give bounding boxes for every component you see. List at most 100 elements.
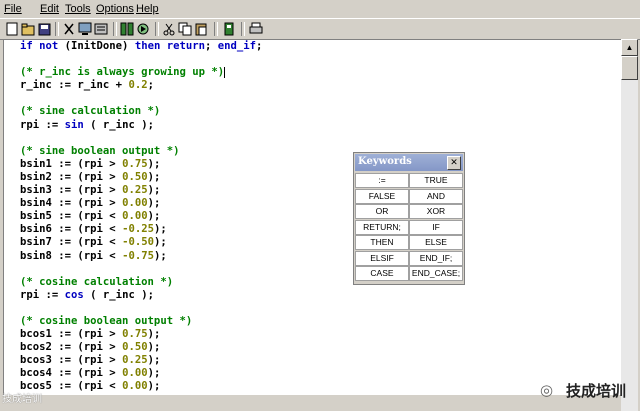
code-line[interactable]: rpi := sin ( r_inc ); <box>20 119 262 132</box>
code-token: r_inc := r_inc + <box>20 79 129 92</box>
code-token: bcos4 := (rpi > <box>20 367 123 380</box>
horizontal-scrollbar[interactable] <box>0 395 621 411</box>
code-token: 0.2 <box>128 79 148 92</box>
code-token: (InitDone) <box>64 40 135 52</box>
compile-icon[interactable] <box>119 21 135 37</box>
code-line[interactable]: r_inc := r_inc + 0.2; <box>20 79 262 92</box>
code-line[interactable]: if not (InitDone) then return; end_if; <box>20 40 262 53</box>
code-token: (* r_inc is always growing up *) <box>20 66 225 79</box>
scroll-up-icon[interactable]: ▲ <box>621 39 638 56</box>
code-line[interactable]: bsin7 := (rpi < -0.50); <box>20 236 262 249</box>
code-token: ( r_inc ); <box>83 288 154 301</box>
code-token: ); <box>147 197 161 210</box>
code-line[interactable]: (* cosine boolean output *) <box>20 315 262 328</box>
code-token: (* cosine calculation *) <box>20 275 174 288</box>
code-line[interactable] <box>20 53 262 66</box>
code-line[interactable] <box>20 302 262 315</box>
keyword-button[interactable]: := <box>355 173 409 188</box>
code-token: bsin4 := (rpi > <box>20 197 123 210</box>
code-line[interactable]: rpi := cos ( r_inc ); <box>20 289 262 302</box>
code-line[interactable]: (* sine boolean output *) <box>20 145 262 158</box>
code-token: ; <box>147 79 154 92</box>
keyword-button[interactable]: IF <box>409 219 463 235</box>
code-token: sin <box>64 118 84 131</box>
code-line[interactable]: bcos5 := (rpi < 0.00); <box>20 380 262 393</box>
code-token: bsin2 := (rpi > <box>20 170 123 183</box>
menu-edit[interactable]: Edit <box>40 3 59 15</box>
paste-icon[interactable] <box>193 21 209 37</box>
code-line[interactable]: bcos1 := (rpi > 0.75); <box>20 328 262 341</box>
code-line[interactable] <box>20 92 262 105</box>
cut-icon[interactable] <box>61 21 77 37</box>
keyword-button[interactable]: ELSE <box>409 235 463 250</box>
debug-icon[interactable] <box>221 21 237 37</box>
code-token: bsin7 := (rpi < <box>20 236 123 249</box>
code-token: 0.75 <box>122 157 148 170</box>
code-line[interactable]: bcos2 := (rpi > 0.50); <box>20 341 262 354</box>
new-file-icon[interactable] <box>4 21 20 37</box>
code-editor[interactable]: if not (InitDone) then return; end_if; (*… <box>3 39 622 397</box>
close-icon[interactable]: ✕ <box>447 156 461 170</box>
open-file-icon[interactable] <box>20 21 36 37</box>
print-icon[interactable] <box>248 21 264 37</box>
keyword-button[interactable]: THEN <box>355 235 409 250</box>
keywords-title: Keywords <box>358 156 412 167</box>
save-icon[interactable] <box>36 21 52 37</box>
code-token: 0.50 <box>122 341 148 354</box>
code-line[interactable]: bcos3 := (rpi > 0.25); <box>20 354 262 367</box>
code-line[interactable]: bsin8 := (rpi < -0.75); <box>20 250 262 263</box>
code-token: bsin1 := (rpi > <box>20 157 123 170</box>
run-icon[interactable] <box>135 21 151 37</box>
keyword-button[interactable]: END_CASE; <box>409 266 463 281</box>
keywords-title-bar[interactable]: Keywords ✕ <box>355 154 463 171</box>
code-line[interactable] <box>20 132 262 145</box>
scissors-icon[interactable] <box>161 21 177 37</box>
code-line[interactable]: bsin2 := (rpi > 0.50); <box>20 171 262 184</box>
code-line[interactable]: bsin3 := (rpi > 0.25); <box>20 184 262 197</box>
code-line[interactable]: bsin5 := (rpi < 0.00); <box>20 210 262 223</box>
code-text[interactable]: if not (InitDone) then return; end_if; (*… <box>20 40 262 394</box>
menu-options[interactable]: Options <box>96 3 134 15</box>
code-token: ); <box>147 367 161 380</box>
keyword-button[interactable]: ELSIF <box>355 250 409 266</box>
menu-bar: File Edit Tools Options Help <box>0 0 640 18</box>
keyword-button[interactable]: FALSE <box>355 188 409 204</box>
code-token: bcos2 := (rpi > <box>20 341 123 354</box>
code-token: (* sine calculation *) <box>20 105 161 118</box>
code-token: -0.50 <box>122 236 154 249</box>
code-line[interactable]: bsin4 := (rpi > 0.00); <box>20 197 262 210</box>
code-line[interactable]: bcos4 := (rpi > 0.00); <box>20 367 262 380</box>
code-line[interactable]: (* cosine calculation *) <box>20 276 262 289</box>
code-token: 0.00 <box>122 197 148 210</box>
code-token: 0.25 <box>122 354 148 367</box>
settings-icon[interactable] <box>93 21 109 37</box>
menu-help[interactable]: Help <box>136 3 159 15</box>
vertical-scrollbar[interactable]: ▲ <box>621 39 638 411</box>
keywords-panel: Keywords ✕ := TRUE FALSE AND OR XOR RETURN; IF T… <box>353 152 465 285</box>
keyword-button[interactable]: END_IF; <box>409 250 463 266</box>
copy-icon[interactable] <box>177 21 193 37</box>
keyword-button[interactable]: OR <box>355 204 409 219</box>
keyword-button[interactable]: TRUE <box>409 173 463 188</box>
code-token: ); <box>147 157 161 170</box>
keyword-button[interactable]: XOR <box>409 204 463 219</box>
menu-file[interactable]: File <box>4 3 22 15</box>
scroll-thumb[interactable] <box>621 56 638 80</box>
code-line[interactable]: (* r_inc is always growing up *) <box>20 66 262 79</box>
code-token: ; <box>205 40 218 52</box>
code-token: ); <box>147 170 161 183</box>
code-token: ); <box>147 354 161 367</box>
code-token: bcos1 := (rpi > <box>20 328 123 341</box>
menu-tools[interactable]: Tools <box>65 3 91 15</box>
code-line[interactable] <box>20 263 262 276</box>
keyword-button[interactable]: AND <box>409 188 463 204</box>
code-token: ); <box>153 249 167 262</box>
code-token: ); <box>147 210 161 223</box>
watermark-left: 技成培训 <box>2 394 42 405</box>
keyword-button[interactable]: RETURN; <box>355 219 409 235</box>
keyword-button[interactable]: CASE <box>355 266 409 281</box>
code-line[interactable]: bsin1 := (rpi > 0.75); <box>20 158 262 171</box>
code-line[interactable]: (* sine calculation *) <box>20 105 262 118</box>
monitor-icon[interactable] <box>77 21 93 37</box>
code-line[interactable]: bsin6 := (rpi < -0.25); <box>20 223 262 236</box>
